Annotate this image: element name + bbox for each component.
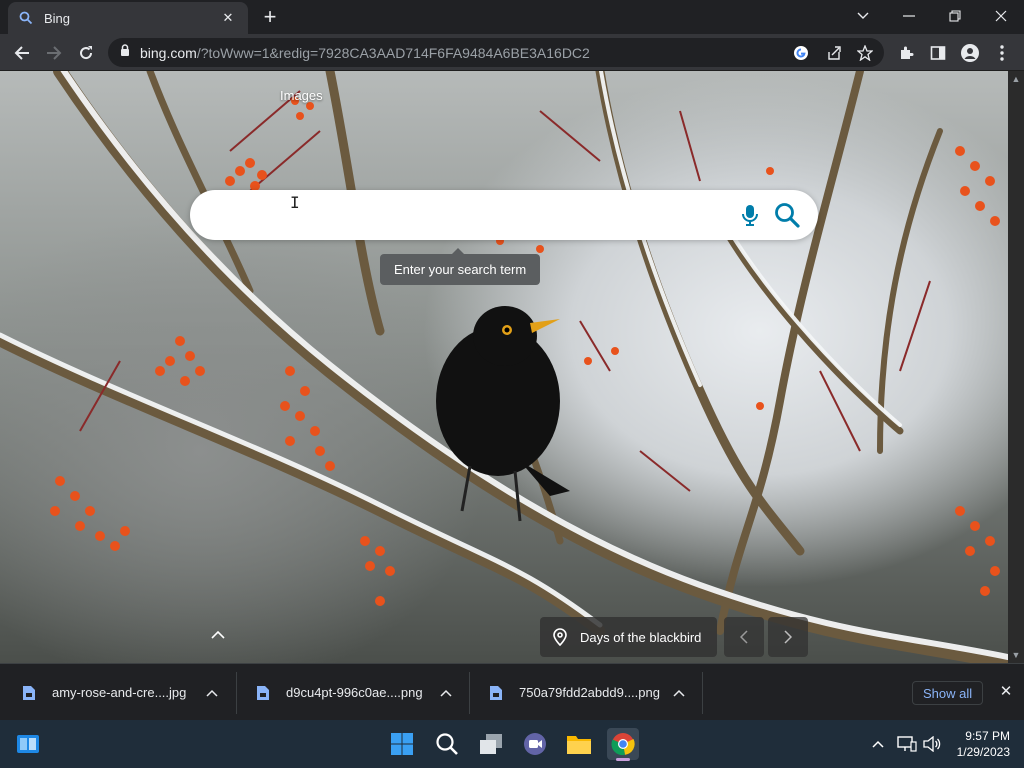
kebab-menu-icon[interactable] (989, 40, 1015, 66)
search-input[interactable] (210, 200, 730, 230)
download-filename: 750a79fdd2abdd9....png (519, 685, 660, 700)
restore-button[interactable] (932, 0, 978, 32)
search-button-icon[interactable] (774, 202, 800, 228)
tab-bing[interactable]: Bing ✕ (8, 2, 248, 34)
download-item[interactable]: 750a79fdd2abdd9....png (489, 664, 685, 721)
search-tooltip: Enter your search term (380, 248, 541, 285)
download-item[interactable]: d9cu4pt-996c0ae....png (256, 664, 452, 721)
url-text: bing.com/?toWww=1&redig=7928CA3AAD714F6F… (140, 45, 590, 61)
microphone-icon[interactable] (738, 203, 762, 227)
profile-avatar-icon[interactable] (957, 40, 983, 66)
background-photo (0, 71, 1008, 663)
task-view-icon[interactable] (475, 728, 507, 760)
previous-image-button[interactable] (724, 617, 764, 657)
bing-search-icon (18, 10, 34, 26)
file-icon (490, 685, 502, 700)
tab-title: Bing (44, 10, 71, 26)
caption-text: Days of the blackbird (580, 629, 702, 645)
divider (469, 672, 470, 714)
browser-toolbar: bing.com/?toWww=1&redig=7928CA3AAD714F6F… (0, 34, 1024, 71)
teams-chat-icon[interactable] (519, 728, 551, 760)
show-hidden-icons-chevron-up-icon[interactable] (866, 728, 890, 760)
divider (236, 672, 237, 714)
download-item[interactable]: amy-rose-and-cre....jpg (22, 664, 218, 721)
clock-time: 9:57 PM (965, 729, 1010, 743)
system-clock[interactable]: 9:57 PM 1/29/2023 (948, 728, 1010, 760)
download-options-chevron-up-icon[interactable] (438, 685, 454, 701)
network-icon[interactable] (894, 728, 920, 760)
downloads-bar: amy-rose-and-cre....jpg d9cu4pt-996c0ae.… (0, 663, 1024, 720)
file-icon (257, 685, 269, 700)
tab-close-icon[interactable]: ✕ (218, 10, 238, 26)
download-options-chevron-up-icon[interactable] (671, 685, 687, 701)
page-scrollbar[interactable]: ▲ ▼ (1008, 71, 1024, 663)
side-panel-icon[interactable] (925, 40, 951, 66)
windows-taskbar: 9:57 PM 1/29/2023 (0, 720, 1024, 768)
chrome-icon[interactable] (607, 728, 639, 761)
show-all-downloads-button[interactable]: Show all (912, 681, 984, 705)
address-bar[interactable]: bing.com/?toWww=1&redig=7928CA3AAD714F6F… (108, 38, 884, 67)
minimize-button[interactable] (886, 0, 932, 32)
image-caption[interactable]: Days of the blackbird (540, 617, 718, 657)
scroll-up-arrow-icon[interactable]: ▲ (1008, 71, 1024, 87)
share-icon[interactable] (822, 42, 844, 64)
scroll-down-arrow-icon[interactable]: ▼ (1008, 647, 1024, 663)
windows-start-icon[interactable] (386, 728, 418, 760)
file-icon (23, 685, 35, 700)
close-window-button[interactable] (978, 0, 1024, 32)
bing-homepage: Images I Enter your search term Days of … (0, 71, 1008, 663)
back-button[interactable] (9, 40, 35, 66)
google-lens-icon[interactable] (790, 42, 812, 64)
tab-search-chevron-down-icon[interactable] (840, 0, 886, 32)
close-downloads-bar-icon[interactable]: ✕ (996, 682, 1016, 702)
download-filename: d9cu4pt-996c0ae....png (286, 685, 423, 700)
download-filename: amy-rose-and-cre....jpg (52, 685, 187, 700)
forward-button[interactable] (41, 40, 67, 66)
divider (702, 672, 703, 714)
volume-icon[interactable] (920, 728, 944, 760)
tab-strip: Bing ✕ + (0, 0, 1024, 34)
location-pin-icon (553, 628, 567, 646)
download-options-chevron-up-icon[interactable] (204, 685, 220, 701)
reload-button[interactable] (73, 40, 99, 66)
lock-icon[interactable] (120, 43, 130, 62)
search-box[interactable] (190, 190, 818, 240)
file-explorer-icon[interactable] (563, 728, 595, 760)
new-tab-button[interactable]: + (258, 6, 282, 30)
url-path: /?toWww=1&redig=7928CA3AAD714F6FA9484A6B… (196, 44, 590, 61)
search-icon[interactable] (431, 728, 463, 760)
images-link[interactable]: Images (280, 88, 323, 103)
chevron-up-icon[interactable] (206, 623, 230, 647)
url-domain: bing.com (140, 44, 197, 61)
widgets-icon[interactable] (12, 728, 44, 760)
extensions-puzzle-icon[interactable] (893, 40, 919, 66)
next-image-button[interactable] (768, 617, 808, 657)
text-cursor-icon: I (290, 193, 300, 212)
active-app-indicator (616, 758, 630, 761)
clock-date: 1/29/2023 (956, 745, 1010, 759)
bookmark-star-icon[interactable] (854, 42, 876, 64)
